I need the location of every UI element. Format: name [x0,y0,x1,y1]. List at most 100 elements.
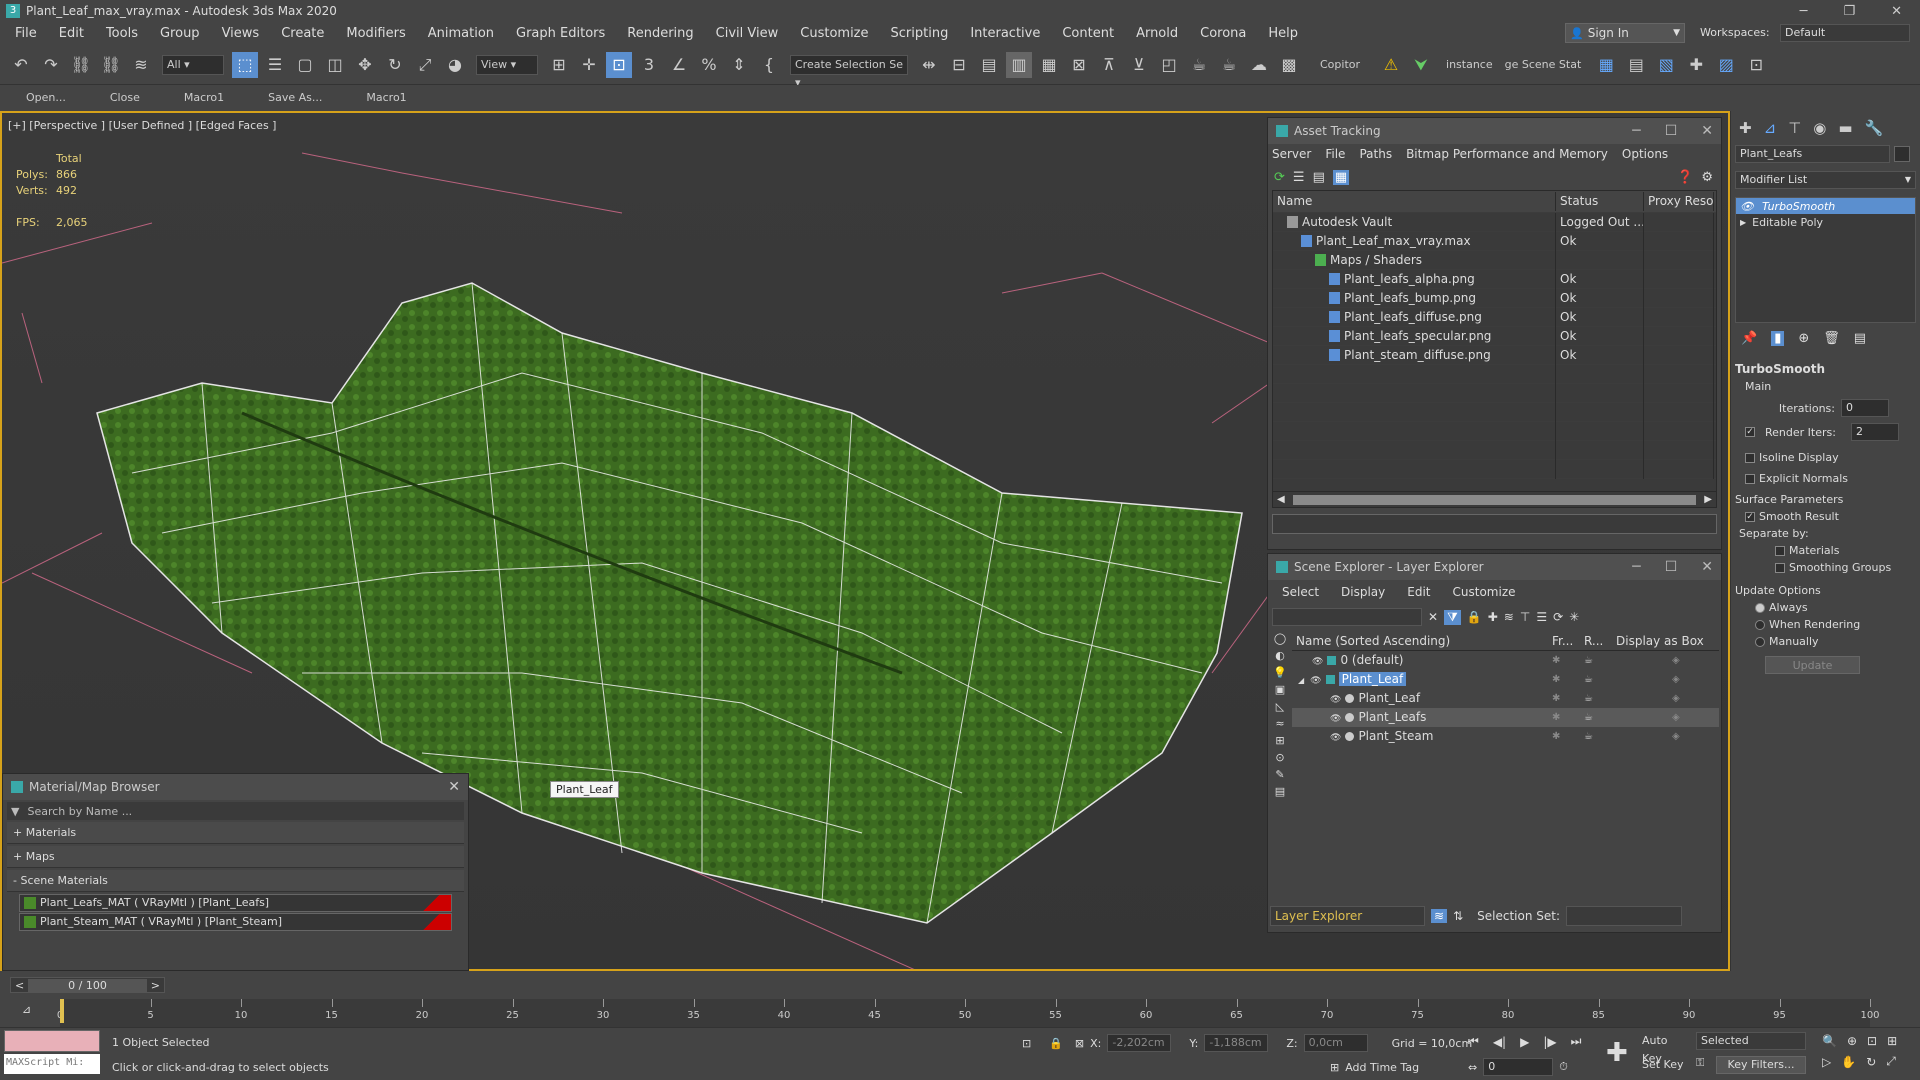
make-unique-icon[interactable]: ⊕ [1798,331,1809,346]
edit-named-sets-icon[interactable]: { [756,52,782,78]
undo-icon[interactable]: ↶ [8,52,34,78]
ref-coord-dropdown[interactable]: View ▾ [476,54,538,75]
next-frame-icon[interactable]: > [147,979,164,992]
set-key-big-icon[interactable]: ✚ [1606,1038,1628,1068]
scale-icon[interactable]: ⤢ [412,52,438,78]
go-start-icon[interactable]: ⏮ [1468,1034,1479,1049]
asset-menu-server[interactable]: Server [1272,147,1311,161]
go-end-icon[interactable]: ⏭ [1571,1034,1582,1049]
macro-button[interactable]: Open... [4,85,88,111]
menu-civil-view[interactable]: Civil View [705,22,790,45]
asset-row[interactable]: Plant_steam_diffuse.png Ok [1273,345,1716,365]
angle-snap-icon[interactable]: ∠ [666,52,692,78]
keyboard-shortcut-icon[interactable]: ⊡ [606,51,632,78]
curve-editor-icon[interactable]: ▦ [1036,52,1062,78]
renderable-icon[interactable]: ☕ [1580,651,1612,670]
close-icon[interactable]: ✕ [448,779,460,795]
maxscript-mini[interactable]: MAXScript Mi: [4,1054,100,1074]
mat-section-header[interactable]: + Maps [7,846,464,868]
time-slider[interactable]: < 0 / 100 > [10,977,165,993]
renderable-icon[interactable]: ☕ [1580,708,1612,727]
eye-icon[interactable]: 👁 [1740,200,1754,213]
minimize-icon[interactable]: ─ [1800,4,1808,19]
utilities-tab-icon[interactable]: 🔧 [1865,119,1884,137]
display-box-icon[interactable]: ◈ [1612,651,1712,670]
window-crossing-icon[interactable]: ◫ [322,52,348,78]
align-icon[interactable]: ⊟ [946,52,972,78]
scene-explorer-titlebar[interactable]: Scene Explorer - Layer Explorer ─ ☐ ✕ [1268,554,1721,580]
add-to-layer-icon[interactable]: ≋ [1504,610,1514,624]
layout-load-icon[interactable]: ▧ [1653,52,1679,78]
sort-icon[interactable]: ⇅ [1453,909,1463,923]
menu-tools[interactable]: Tools [95,22,149,45]
display-tab-icon[interactable]: ▬ [1838,119,1852,137]
selection-filter-dropdown[interactable]: All ▾ [162,54,224,75]
asset-row[interactable]: Maps / Shaders [1273,250,1716,270]
display-cameras-icon[interactable]: ▣ [1275,683,1285,696]
scene-material-item[interactable]: Plant_Leafs_MAT ( VRayMtl ) [Plant_Leafs… [19,894,452,912]
mirror-icon[interactable]: ⇹ [916,52,942,78]
select-manipulate-icon[interactable]: ✛ [576,52,602,78]
smooth-result-checkbox[interactable]: ✓ [1745,512,1755,522]
set-key-button[interactable]: Set Key [1642,1056,1688,1074]
menu-rendering[interactable]: Rendering [616,22,704,45]
macro-button[interactable]: Save As... [246,85,344,111]
spinner-snap-icon[interactable]: ⇕ [726,52,752,78]
zoom-icon[interactable]: 🔍 [1822,1034,1837,1048]
render-iters-spinner[interactable]: 2 [1851,423,1899,441]
renderable-icon[interactable]: ☕ [1580,689,1612,708]
layout-save-icon[interactable]: ▤ [1623,52,1649,78]
col-name[interactable]: Name [1273,192,1556,211]
explorer-mode-dropdown[interactable]: Layer Explorer [1270,906,1425,926]
layout-split-icon[interactable]: ▨ [1713,52,1739,78]
percent-snap-icon[interactable]: % [696,52,722,78]
menu-arnold[interactable]: Arnold [1125,22,1189,45]
pivot-icon[interactable]: ⊞ [546,52,572,78]
scene-state-label[interactable]: ge Scene Stat [1505,58,1582,71]
warning-icon[interactable]: ⚠ [1378,52,1404,78]
layout-max-icon[interactable]: ⊡ [1743,52,1769,78]
configure-sets-icon[interactable]: ▤ [1854,331,1866,346]
rect-selection-icon[interactable]: ▢ [292,52,318,78]
col-name[interactable]: Name (Sorted Ascending) [1292,632,1548,651]
hierarchy-tab-icon[interactable]: ⊤ [1788,119,1801,137]
renderable-icon[interactable]: ☕ [1580,670,1612,689]
material-browser-titlebar[interactable]: Material/Map Browser ✕ [3,774,468,800]
menu-edit[interactable]: Edit [48,22,95,45]
asset-menu-paths[interactable]: Paths [1359,147,1392,161]
playhead[interactable] [60,999,64,1023]
snap-icon[interactable]: 3 [636,52,662,78]
eye-icon[interactable]: 👁 [1312,657,1323,667]
freeze-icon[interactable]: ✱ [1548,708,1580,727]
material-editor-icon[interactable]: ⊼ [1096,52,1122,78]
instance-label[interactable]: instance [1446,58,1493,71]
fov-icon[interactable]: ▷ [1822,1055,1831,1069]
restore-icon[interactable]: ❐ [1843,4,1855,19]
stack-item-editable-poly[interactable]: ▶ Editable Poly [1736,214,1915,230]
menu-interactive[interactable]: Interactive [959,22,1051,45]
materials-checkbox[interactable] [1775,546,1785,556]
smoothing-groups-checkbox[interactable] [1775,563,1785,573]
motion-tab-icon[interactable]: ◉ [1813,119,1826,137]
macro-button[interactable]: Close [88,85,162,111]
asset-row[interactable]: Plant_leafs_specular.png Ok [1273,326,1716,346]
render-cloud-icon[interactable]: ☁ [1246,52,1272,78]
display-xrefs-icon[interactable]: ⊙ [1275,751,1284,764]
macro-button[interactable]: Macro1 [344,85,428,111]
layer-row[interactable]: 👁 0 (default) ✱ ☕ ◈ [1292,651,1719,670]
named-selection-dropdown[interactable]: Create Selection Se ▾ [790,54,908,89]
stack-item-turbosmooth[interactable]: 👁 TurboSmooth [1736,198,1915,214]
prev-frame-icon[interactable]: < [11,979,28,992]
asset-menu-options[interactable]: Options [1622,147,1668,161]
new-layer-icon[interactable]: ✚ [1488,610,1498,624]
expand-triangle-icon[interactable]: ▶ [1740,218,1746,227]
layout-grid-icon[interactable]: ▦ [1593,52,1619,78]
isolate-icon[interactable]: ⊡ [1022,1037,1031,1050]
create-tab-icon[interactable]: ✚ [1739,119,1752,137]
display-box-icon[interactable]: ◈ [1612,689,1712,708]
col-proxy[interactable]: Proxy Resol [1644,192,1714,211]
track-bar-toggle-icon[interactable]: ⊿ [22,1003,31,1016]
zoom-extents-icon[interactable]: ⊡ [1867,1034,1877,1048]
key-mode-dropdown[interactable]: Selected [1696,1032,1806,1050]
display-box-icon[interactable]: ◈ [1612,670,1712,689]
